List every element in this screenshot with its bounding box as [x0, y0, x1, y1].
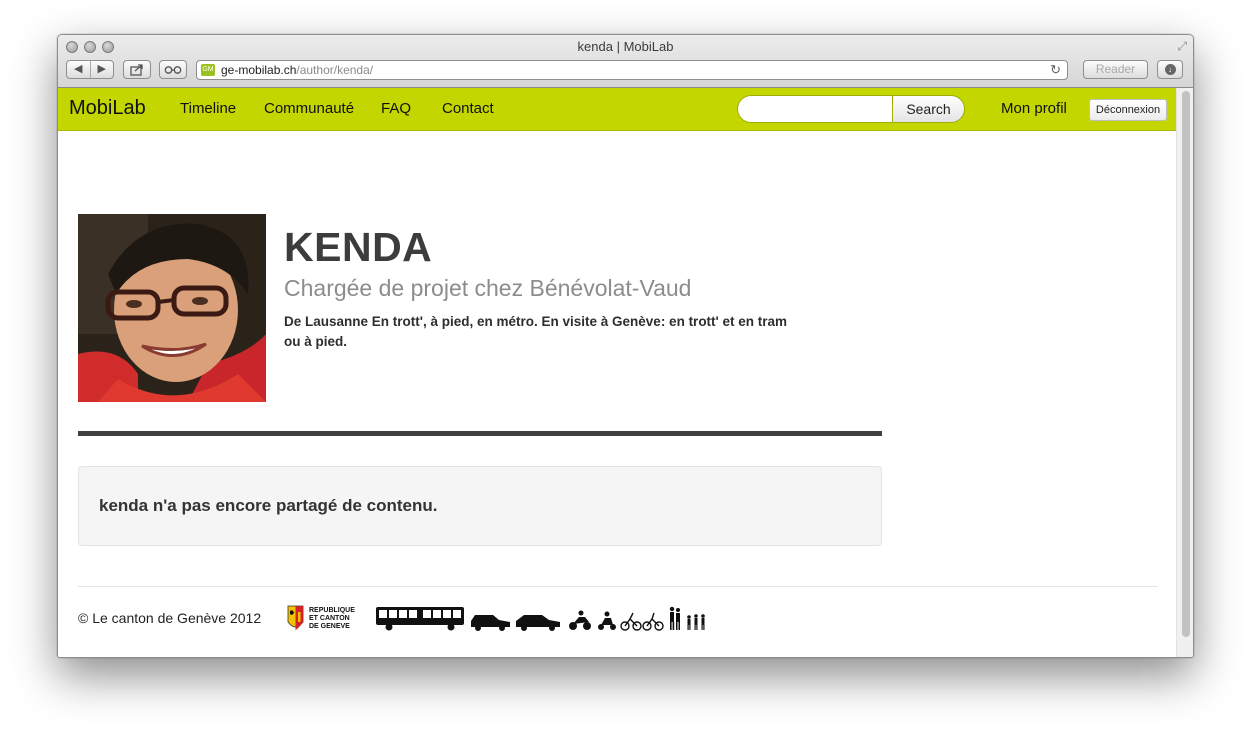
url-path: /author/kenda/ — [296, 63, 374, 77]
avatar-photo — [78, 214, 266, 402]
pedestrians-icon — [669, 606, 705, 630]
top-navbar: MobiLab Timeline Communauté FAQ Contact … — [58, 88, 1177, 131]
nav-link-timeline[interactable]: Timeline — [180, 100, 236, 117]
page-viewport: MobiLab Timeline Communauté FAQ Contact … — [58, 88, 1193, 657]
footer-copyright: © Le canton de Genève 2012 — [78, 610, 262, 626]
forward-icon[interactable]: ▶ — [91, 61, 114, 78]
geneva-logo[interactable]: REPUBLIQUE ET CANTON DE GENEVE — [287, 603, 359, 635]
car-icon — [516, 615, 560, 631]
nav-link-contact[interactable]: Contact — [442, 100, 494, 117]
share-icon — [130, 64, 143, 76]
search-button[interactable]: Search — [892, 95, 965, 123]
logo-line: ET CANTON — [309, 615, 350, 622]
profile-link[interactable]: Mon profil — [1001, 100, 1067, 117]
car-icon — [471, 615, 510, 631]
bicycle-icon — [620, 612, 642, 631]
geneva-crest-icon — [287, 605, 304, 630]
browser-chrome: kenda | MobiLab ⤢ ◀ ▶ GM ge-mobilab.ch/a… — [58, 35, 1193, 88]
browser-window: kenda | MobiLab ⤢ ◀ ▶ GM ge-mobilab.ch/a… — [57, 34, 1194, 658]
search-input[interactable] — [737, 95, 893, 123]
scrollbar-thumb[interactable] — [1182, 91, 1190, 637]
reload-icon[interactable]: ↻ — [1050, 62, 1061, 78]
nav-link-faq[interactable]: FAQ — [381, 100, 411, 117]
vertical-scrollbar[interactable] — [1176, 88, 1193, 657]
bus-icon — [376, 607, 464, 631]
profile-name: KENDA — [284, 224, 433, 270]
address-bar[interactable]: GM ge-mobilab.ch/author/kenda/ ↻ — [196, 60, 1068, 80]
empty-content-panel: kenda n'a pas encore partagé de contenu. — [78, 466, 882, 546]
glasses-icon — [164, 66, 182, 74]
profile-divider — [78, 431, 882, 436]
download-icon: ↓ — [1164, 64, 1176, 75]
scooter-icon — [598, 611, 616, 630]
motorbike-icon — [569, 610, 591, 630]
reader-button[interactable]: Reader — [1083, 60, 1148, 79]
brand-link[interactable]: MobiLab — [69, 97, 146, 120]
avatar — [78, 214, 266, 402]
geneva-logo-text: REPUBLIQUE ET CANTON DE GENEVE — [309, 607, 355, 631]
transport-modes-banner — [376, 606, 705, 631]
profile-bio: De Lausanne En trott', à pied, en métro.… — [284, 314, 788, 349]
url-domain: ge-mobilab.ch — [221, 63, 297, 77]
logo-line: REPUBLIQUE — [309, 607, 355, 614]
fullscreen-icon[interactable]: ⤢ — [1177, 39, 1187, 54]
search-form: Search — [737, 95, 965, 123]
back-forward-buttons: ◀ ▶ — [66, 60, 114, 79]
window-title: kenda | MobiLab — [577, 39, 674, 54]
site-favicon: GM — [201, 64, 215, 76]
bicycle-icon — [642, 612, 664, 631]
footer-divider — [78, 586, 1158, 587]
share-button[interactable] — [123, 60, 151, 79]
downloads-button[interactable]: ↓ — [1157, 60, 1183, 79]
profile-job-title: Chargée de projet chez Bénévolat-Vaud — [284, 275, 692, 301]
reading-list-button[interactable] — [159, 60, 187, 79]
nav-link-communaute[interactable]: Communauté — [264, 100, 354, 117]
url-text[interactable]: ge-mobilab.ch/author/kenda/ — [221, 63, 373, 77]
logout-button[interactable]: Déconnexion — [1089, 99, 1167, 121]
back-icon[interactable]: ◀ — [67, 61, 91, 78]
logo-line: DE GENEVE — [309, 623, 350, 630]
empty-content-message: kenda n'a pas encore partagé de contenu. — [99, 496, 438, 515]
